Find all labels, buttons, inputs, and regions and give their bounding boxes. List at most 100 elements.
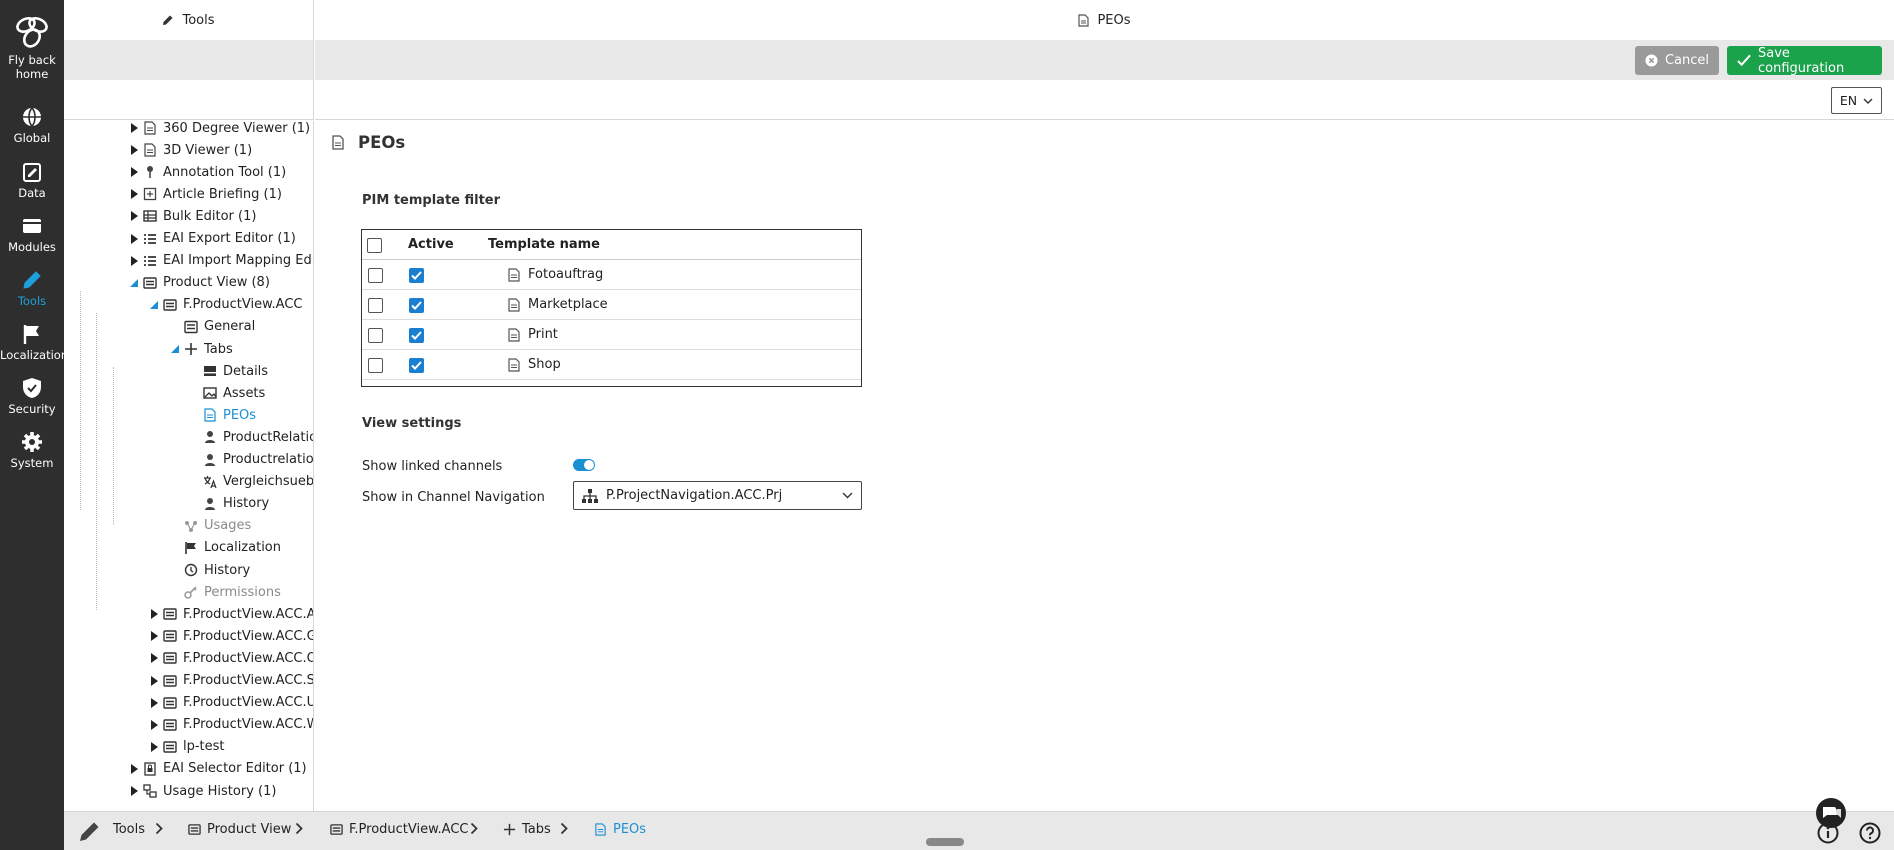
row-active-checkbox[interactable]	[409, 268, 424, 283]
row-select-checkbox[interactable]	[368, 328, 383, 343]
tree-item[interactable]: F.ProductView.ACC.Unterteile	[149, 692, 313, 714]
tree-item[interactable]: ProductRelation ->	[189, 426, 313, 448]
tree-item[interactable]: Product View (8)	[129, 272, 270, 294]
tree-item[interactable]: Annotation Tool (1)	[129, 161, 286, 183]
tree-toggle[interactable]	[149, 609, 159, 620]
caret-right-icon[interactable]	[130, 763, 138, 774]
tree-item[interactable]: Assets	[189, 382, 265, 404]
caret-right-icon[interactable]	[130, 189, 138, 200]
tree-toggle[interactable]	[129, 763, 139, 774]
tree-item[interactable]: 3D Viewer (1)	[129, 139, 252, 161]
tree-item[interactable]: General	[170, 316, 255, 338]
language-select[interactable]: EN	[1831, 87, 1882, 114]
rail-data[interactable]: Data	[0, 161, 64, 200]
tree-toggle[interactable]	[149, 653, 159, 664]
help-icon[interactable]	[1859, 822, 1881, 844]
breadcrumb-item[interactable]: Tabs	[503, 822, 551, 837]
caret-right-icon[interactable]	[130, 233, 138, 244]
rail-localization[interactable]: Localization	[0, 323, 68, 362]
tree-item[interactable]: 360 Degree Viewer (1)	[129, 121, 310, 139]
tree-toggle[interactable]	[129, 211, 139, 222]
caret-right-icon[interactable]	[150, 697, 158, 708]
tree-item[interactable]: Localization	[170, 537, 281, 559]
history-icon	[184, 563, 198, 577]
caret-down-icon[interactable]	[150, 300, 158, 309]
row-active-checkbox[interactable]	[409, 328, 424, 343]
tree-item[interactable]: EAI Selector Editor (1)	[129, 758, 307, 780]
save-configuration-button[interactable]: Save configuration	[1727, 46, 1882, 76]
tree-item[interactable]: EAI Import Mapping Editor (1)	[129, 250, 313, 272]
rail-security[interactable]: Security	[0, 377, 64, 416]
tree-item[interactable]: History	[170, 559, 250, 581]
rail-tools[interactable]: Tools	[0, 269, 64, 308]
tree-item[interactable]: Productrelations <-	[189, 449, 313, 471]
tree-item[interactable]: Bulk Editor (1)	[129, 205, 256, 227]
tree-item[interactable]: F.ProductView.ACC.Waesche	[149, 714, 313, 736]
row-active-checkbox[interactable]	[409, 298, 424, 313]
breadcrumb-item[interactable]: F.ProductView.ACC	[330, 822, 469, 837]
tree-toggle[interactable]	[129, 189, 139, 200]
tree-toggle[interactable]	[129, 123, 139, 133]
tree-toggle[interactable]	[149, 675, 159, 686]
caret-right-icon[interactable]	[150, 653, 158, 664]
tree-toggle[interactable]	[129, 278, 139, 287]
rail-modules[interactable]: Modules	[0, 215, 64, 254]
caret-right-icon[interactable]	[150, 609, 158, 620]
caret-right-icon[interactable]	[130, 211, 138, 222]
tree-toggle[interactable]	[149, 719, 159, 730]
tree-toggle[interactable]	[149, 300, 159, 309]
tree-toggle[interactable]	[149, 741, 159, 752]
tree-toggle[interactable]	[129, 255, 139, 266]
caret-down-icon[interactable]	[130, 278, 138, 287]
caret-right-icon[interactable]	[150, 675, 158, 686]
tree-item[interactable]: Permissions	[170, 581, 281, 603]
cancel-button[interactable]: Cancel	[1635, 46, 1719, 75]
breadcrumb-item[interactable]: Product View	[188, 822, 291, 837]
tree-item[interactable]: Details	[189, 360, 268, 382]
row-select-checkbox[interactable]	[368, 298, 383, 313]
tree-item[interactable]: History	[189, 493, 269, 515]
tree-item[interactable]: PEOs	[189, 404, 256, 426]
tree-item[interactable]: EAI Export Editor (1)	[129, 228, 296, 250]
tree-toggle[interactable]	[129, 233, 139, 244]
caret-right-icon[interactable]	[150, 719, 158, 730]
caret-down-icon[interactable]	[171, 345, 179, 353]
tree-item[interactable]: F.ProductView.ACC.Oberteile	[149, 647, 313, 669]
rail-system[interactable]: System	[0, 431, 64, 470]
panel-resize-handle[interactable]	[926, 838, 964, 846]
tree-toggle[interactable]	[129, 167, 139, 178]
caret-right-icon[interactable]	[130, 255, 138, 266]
show-linked-toggle[interactable]	[573, 459, 595, 471]
tree-toggle[interactable]	[170, 345, 180, 353]
caret-right-icon[interactable]	[130, 123, 138, 133]
rail-global[interactable]: Global	[0, 106, 64, 145]
breadcrumb-item[interactable]: PEOs	[594, 822, 646, 837]
info-icon[interactable]	[1817, 822, 1839, 844]
tree-item[interactable]: F.ProductView.ACC	[149, 294, 303, 316]
tree-toggle[interactable]	[149, 697, 159, 708]
tree-item[interactable]: F.ProductView.ACC.Schuhe	[149, 670, 313, 692]
tree-item[interactable]: lp-test	[149, 736, 225, 758]
caret-right-icon[interactable]	[130, 167, 138, 178]
tree-item[interactable]: Tabs	[170, 338, 233, 360]
tree-item[interactable]: F.ProductView.ACC.Ganzteile	[149, 625, 313, 647]
rail-home[interactable]: Fly back home	[0, 14, 64, 81]
tree-item[interactable]: Usages	[170, 515, 251, 537]
caret-right-icon[interactable]	[130, 786, 138, 796]
tree-item[interactable]: Usage History (1)	[129, 780, 276, 802]
channel-nav-select[interactable]: P.ProjectNavigation.ACC.Prj	[573, 481, 862, 510]
tree-item[interactable]: Article Briefing (1)	[129, 183, 282, 205]
tree-toggle[interactable]	[149, 631, 159, 642]
tree-toggle[interactable]	[129, 786, 139, 796]
tree-item[interactable]: F.ProductView.ACC.Accessoir.	[149, 603, 313, 625]
row-select-checkbox[interactable]	[368, 268, 383, 283]
breadcrumb-item[interactable]: Tools	[113, 822, 145, 837]
tree-toggle[interactable]	[129, 145, 139, 156]
caret-right-icon[interactable]	[130, 145, 138, 156]
row-select-checkbox[interactable]	[368, 358, 383, 373]
row-active-checkbox[interactable]	[409, 358, 424, 373]
tree-item[interactable]: Vergleichsuebersicht	[189, 471, 313, 493]
select-all-checkbox[interactable]	[367, 238, 382, 253]
caret-right-icon[interactable]	[150, 631, 158, 642]
caret-right-icon[interactable]	[150, 741, 158, 752]
